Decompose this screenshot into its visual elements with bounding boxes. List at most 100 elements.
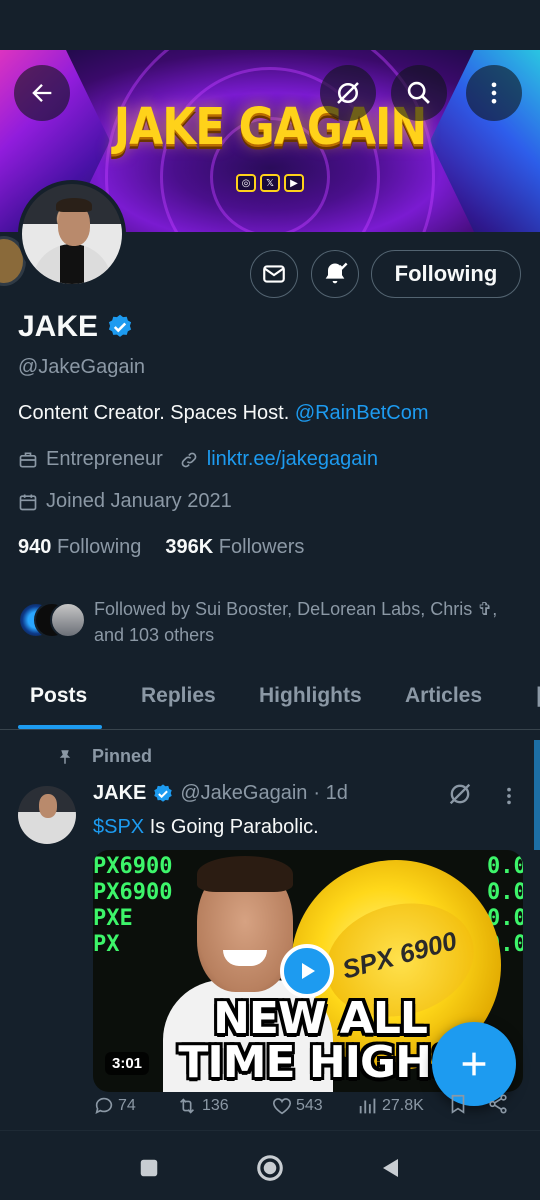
share-button[interactable] — [487, 1093, 509, 1120]
followers-count-link[interactable]: 396K Followers — [165, 536, 304, 559]
tab-replies[interactable]: Replies — [141, 684, 216, 708]
profile-meta-row: Entrepreneur linktr.ee/jakegagain — [18, 448, 378, 471]
like-button[interactable]: 543 — [271, 1095, 323, 1117]
tweet-author-name[interactable]: JAKE — [93, 782, 146, 805]
grok-icon — [337, 82, 359, 104]
followers-count: 396K — [165, 536, 214, 558]
tab-more-overflow[interactable]: | — [536, 684, 540, 708]
tweet-text: $SPX Is Going Parabolic. — [93, 816, 319, 839]
search-button[interactable] — [391, 65, 447, 121]
pinned-label-row: Pinned — [56, 746, 152, 767]
avatar-face — [39, 794, 57, 818]
calendar-icon — [19, 494, 37, 510]
retweet-button[interactable]: 136 — [175, 1095, 229, 1117]
tweet-grok-button[interactable] — [446, 780, 474, 813]
home-button[interactable] — [253, 1151, 287, 1185]
plus-icon — [462, 1052, 486, 1076]
youtube-icon: ▶ — [284, 174, 304, 192]
verified-badge-icon — [154, 783, 173, 802]
share-icon — [489, 1093, 507, 1114]
views-button[interactable]: 27.8K — [357, 1095, 424, 1117]
profile-name-row: JAKE — [18, 310, 134, 344]
active-tab-indicator — [18, 725, 102, 729]
reply-count: 74 — [118, 1097, 136, 1114]
ticker-line: 0.0 — [487, 854, 523, 879]
profile-joined-row: Joined January 2021 — [18, 490, 232, 513]
profile-name: JAKE — [18, 310, 99, 343]
tweet-avatar[interactable] — [18, 786, 76, 844]
tab-posts[interactable]: Posts — [30, 684, 87, 708]
tab-highlights[interactable]: Highlights — [259, 684, 362, 708]
retweet-icon — [179, 1098, 195, 1114]
heart-icon — [272, 1098, 292, 1115]
briefcase-icon — [19, 452, 37, 467]
search-icon — [407, 81, 430, 104]
x-icon: 𝕏 — [260, 174, 280, 192]
verified-badge-icon[interactable] — [106, 313, 134, 341]
avatar-suit — [32, 244, 112, 284]
tweet-cashtag-link[interactable]: $SPX — [93, 816, 144, 838]
avatar — [50, 602, 86, 638]
video-duration: 3:01 — [105, 1052, 150, 1075]
bio-text: Content Creator. Spaces Host. — [18, 402, 295, 424]
tab-articles[interactable]: Articles — [405, 684, 482, 708]
back-nav-button[interactable] — [374, 1151, 408, 1185]
bio-mention-link[interactable]: @RainBetCom — [295, 402, 429, 424]
banner-title: JAKE GAGAIN — [113, 98, 427, 157]
following-label: Following — [56, 536, 142, 558]
profile-tabs: Posts Replies Highlights Articles | — [0, 664, 540, 730]
ticker-left: PX6900 PX6900 PXE PX — [93, 854, 172, 958]
ticker-line: PX6900 — [93, 880, 173, 905]
scrollbar[interactable] — [534, 740, 540, 850]
link-icon — [181, 452, 197, 467]
square-icon — [140, 1159, 158, 1177]
tweet-time[interactable]: · 1d — [313, 782, 347, 805]
recents-button[interactable] — [132, 1151, 166, 1185]
play-button[interactable] — [280, 944, 334, 998]
tweet-author-handle[interactable]: @JakeGagain — [180, 782, 307, 805]
mail-icon — [263, 265, 285, 283]
back-arrow-icon — [32, 84, 52, 102]
ticker-line: PXE — [93, 906, 133, 931]
tweet-more-button[interactable] — [498, 784, 520, 813]
back-button[interactable] — [14, 65, 70, 121]
ticker-line: PX — [93, 932, 120, 957]
more-vertical-icon — [507, 787, 511, 805]
banner-socials: ◎ 𝕏 ▶ — [236, 174, 304, 192]
reply-button[interactable]: 74 — [93, 1095, 136, 1117]
more-button[interactable] — [466, 65, 522, 121]
message-button[interactable] — [250, 250, 298, 298]
tweet-header: JAKE @JakeGagain · 1d — [93, 782, 348, 805]
person-hair — [197, 856, 293, 892]
notifications-button[interactable] — [311, 250, 359, 298]
followed-by-text: Followed by Sui Booster, DeLorean Labs, … — [94, 599, 498, 645]
avatar-hair — [56, 198, 92, 212]
triangle-back-icon — [383, 1159, 398, 1177]
followers-you-know-avatars — [18, 602, 86, 638]
profile-joined: Joined January 2021 — [46, 490, 232, 512]
bookmark-button[interactable] — [447, 1093, 469, 1120]
following-button[interactable]: Following — [371, 250, 521, 298]
ticker-line: PX6900 — [93, 854, 173, 879]
pinned-label: Pinned — [92, 746, 153, 766]
system-nav-bar — [0, 1130, 540, 1200]
more-vertical-icon — [491, 82, 497, 104]
profile-avatar[interactable] — [18, 180, 126, 288]
followed-by-row[interactable]: Followed by Sui Booster, DeLorean Labs, … — [18, 596, 524, 648]
grok-button[interactable] — [320, 65, 376, 121]
ticker-line: 0.0 — [487, 880, 523, 905]
grok-icon — [449, 783, 471, 805]
profile-category: Entrepreneur — [46, 448, 163, 470]
following-count-link[interactable]: 940 Following — [18, 536, 141, 559]
profile-website-link[interactable]: linktr.ee/jakegagain — [207, 448, 378, 471]
profile-handle: @JakeGagain — [18, 356, 146, 378]
like-count: 543 — [296, 1097, 323, 1114]
status-bar — [0, 0, 540, 50]
pin-icon — [59, 749, 71, 764]
headline-line-1: NEW ALL — [213, 993, 428, 1044]
circle-icon — [257, 1155, 283, 1181]
followers-label: Followers — [218, 536, 305, 558]
profile-stats: 940 Following 396K Followers — [18, 536, 304, 559]
profile-bio: Content Creator. Spaces Host. @RainBetCo… — [18, 402, 429, 425]
analytics-icon — [359, 1098, 376, 1114]
